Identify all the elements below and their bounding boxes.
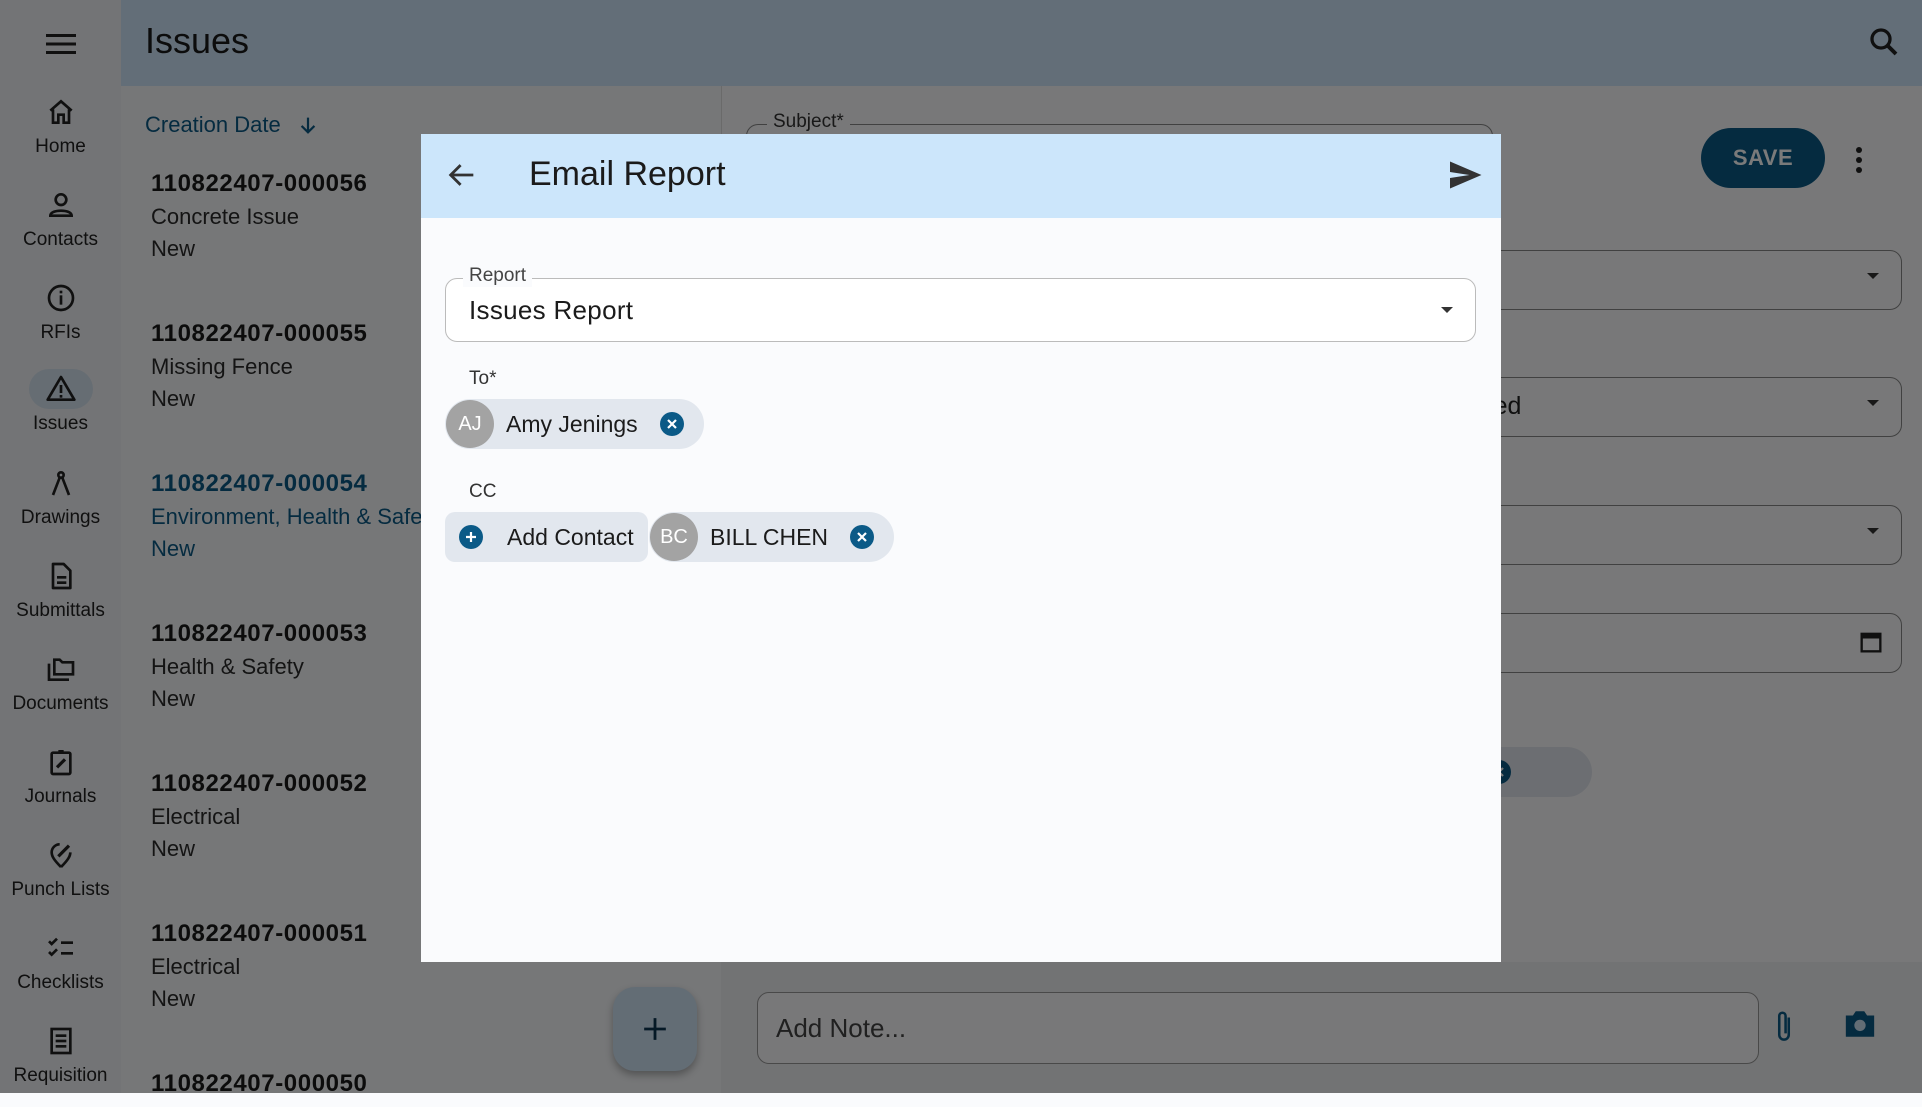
close-icon: [666, 419, 677, 429]
to-recipient-chip[interactable]: AJ Amy Jenings: [445, 399, 704, 449]
dialog-header: Email Report: [421, 134, 1501, 218]
recipient-name: BILL CHEN: [710, 523, 829, 550]
to-label: To*: [469, 368, 497, 389]
avatar: AJ: [446, 400, 494, 448]
send-icon: [1450, 161, 1482, 189]
cc-recipient-chip[interactable]: BC BILL CHEN: [649, 512, 895, 562]
arrow-back-icon: [448, 164, 474, 186]
dropdown-arrow-icon: [1441, 307, 1453, 313]
report-select[interactable]: Report Issues Report: [445, 265, 1476, 342]
dialog-title: Email Report: [529, 155, 726, 193]
close-icon: [857, 532, 867, 542]
remove-recipient-button[interactable]: [659, 412, 684, 436]
add-circle-icon: [459, 525, 483, 549]
back-button[interactable]: [445, 158, 479, 197]
report-value: Issues Report: [469, 295, 634, 325]
send-button[interactable]: [1447, 158, 1483, 197]
cc-label: CC: [469, 481, 497, 502]
remove-recipient-button[interactable]: [850, 525, 875, 549]
recipient-name: Amy Jenings: [506, 410, 638, 437]
add-contact-label: Add Contact: [507, 523, 634, 550]
email-report-dialog: Email Report Report Issues Report To* AJ…: [421, 134, 1501, 962]
avatar: BC: [650, 513, 698, 561]
report-label: Report: [463, 265, 533, 287]
add-contact-button[interactable]: Add Contact: [445, 512, 648, 562]
